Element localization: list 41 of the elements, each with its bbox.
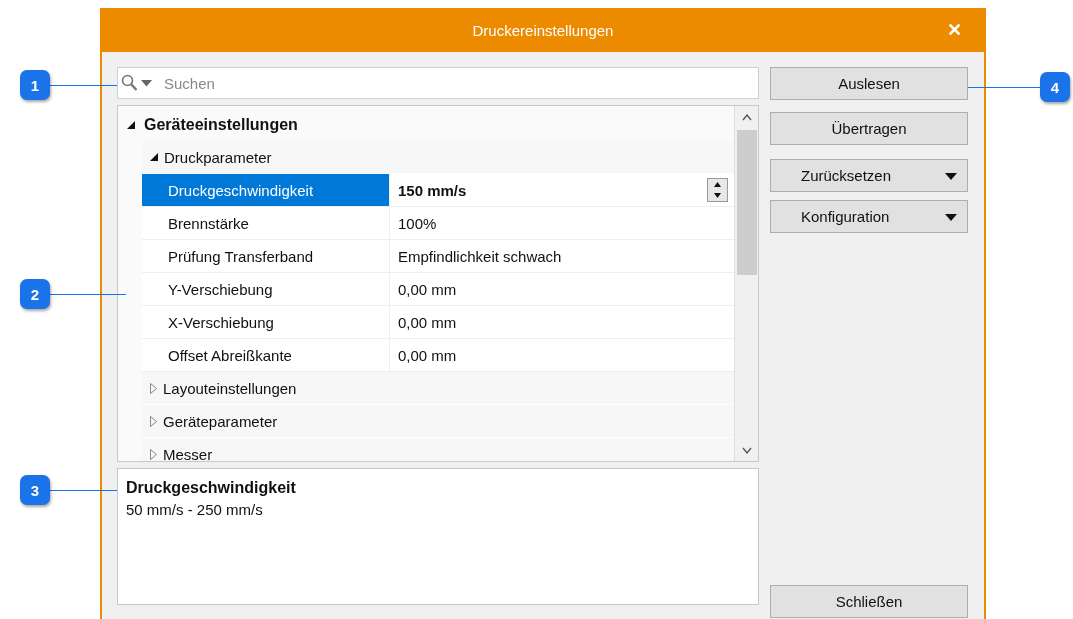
property-value[interactable]: 0,00 mm (398, 280, 457, 298)
search-icon[interactable] (121, 74, 138, 92)
subcategory-label[interactable]: Geräteparameter (163, 412, 278, 430)
caret-icon (945, 214, 957, 221)
collapsed-triangle-icon[interactable] (150, 415, 157, 427)
property-value[interactable]: 0,00 mm (398, 346, 457, 364)
subcategory-label[interactable]: Druckparameter (164, 148, 272, 166)
description-title: Druckgeschwindigkeit (126, 479, 297, 497)
spin-buttons[interactable] (707, 178, 728, 202)
callout-marker: 2 (20, 279, 50, 309)
category-label[interactable]: Geräteeinstellungen (144, 115, 298, 134)
caret-icon[interactable] (141, 80, 152, 87)
search-field[interactable]: Suchen (117, 67, 759, 99)
callout-marker: 1 (20, 70, 50, 100)
dropdown-button[interactable]: Konfiguration (770, 200, 968, 233)
property-value[interactable]: 150 mm/s (398, 181, 467, 199)
expanded-triangle-icon[interactable] (127, 120, 135, 129)
dropdown-button[interactable]: Zurücksetzen (770, 159, 968, 192)
caret-icon (945, 173, 957, 180)
window-title: Druckereinstellungen (472, 21, 614, 39)
property-name[interactable]: X-Verschiebung (142, 306, 390, 338)
property-value[interactable]: Empfindlichkeit schwach (398, 247, 562, 265)
property-name[interactable]: Offset Abreißkante (142, 339, 390, 371)
action-button[interactable]: Auslesen (770, 67, 968, 100)
property-name[interactable]: Druckgeschwindigkeit (142, 174, 390, 206)
property-name[interactable]: Prüfung Transferband (142, 240, 390, 272)
action-button[interactable]: Übertragen (770, 112, 968, 145)
collapsed-triangle-icon[interactable] (150, 448, 157, 460)
callout-marker: 4 (1040, 72, 1070, 102)
property-value[interactable]: 100% (398, 214, 437, 232)
property-name[interactable]: Y-Verschiebung (142, 273, 390, 305)
subcategory-label[interactable]: Messer (163, 445, 213, 461)
subcategory-label[interactable]: Layouteinstellungen (163, 379, 297, 397)
property-value[interactable]: 0,00 mm (398, 313, 457, 331)
callout-marker: 3 (20, 475, 50, 505)
close-dialog-button[interactable]: Schließen (770, 585, 968, 618)
scrollbar[interactable] (734, 106, 758, 461)
expanded-triangle-icon[interactable] (150, 153, 158, 161)
description-text: 50 mm/s - 250 mm/s (126, 501, 264, 518)
collapsed-triangle-icon[interactable] (150, 382, 157, 394)
property-name[interactable]: Brennstärke (142, 207, 390, 239)
